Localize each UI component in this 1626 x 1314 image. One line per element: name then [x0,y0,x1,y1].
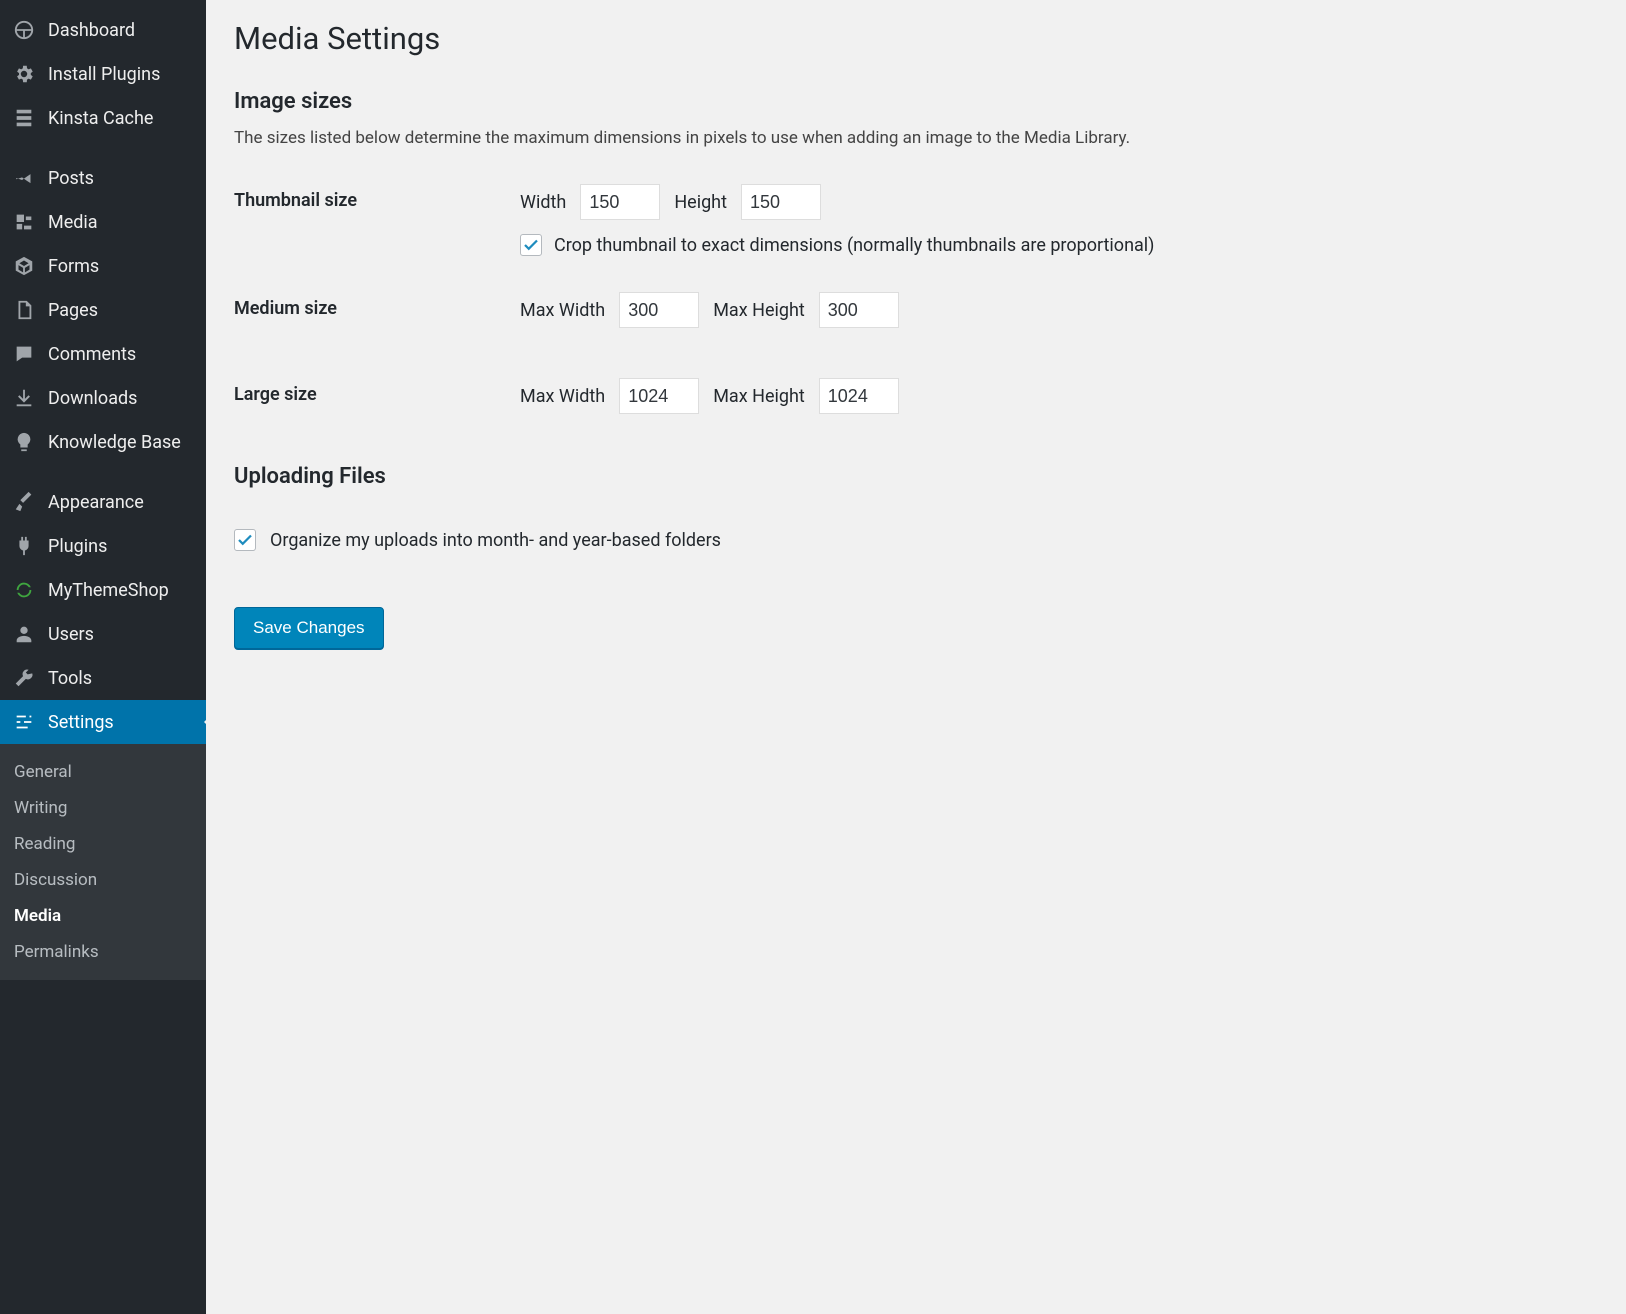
main-content: Media Settings Image sizes The sizes lis… [206,0,1626,1314]
sidebar-group-content: Posts Media Forms Pages Comments Downloa… [0,148,206,472]
sidebar-item-appearance[interactable]: Appearance [0,480,206,524]
section-heading-image-sizes: Image sizes [234,89,1598,114]
sidebar-item-label: Kinsta Cache [48,108,153,129]
large-row: Large size Max Width Max Height [234,378,1598,428]
sidebar-item-comments[interactable]: Comments [0,332,206,376]
user-icon [12,622,36,646]
organize-label: Organize my uploads into month- and year… [270,530,721,551]
dashboard-icon [12,18,36,42]
medium-height-input[interactable] [819,292,899,328]
sidebar-item-label: Tools [48,668,92,689]
sidebar-group-top: Dashboard Install Plugins Kinsta Cache [0,0,206,148]
admin-sidebar: Dashboard Install Plugins Kinsta Cache P… [0,0,206,1314]
refresh-icon [12,578,36,602]
medium-width-input[interactable] [619,292,699,328]
lightbulb-icon [12,430,36,454]
sidebar-item-plugins[interactable]: Plugins [0,524,206,568]
large-label: Large size [234,378,520,405]
sidebar-item-label: Plugins [48,536,107,557]
crop-checkbox[interactable] [520,234,542,256]
download-icon [12,386,36,410]
max-width-label: Max Width [520,300,605,321]
sidebar-item-settings[interactable]: Settings [0,700,206,744]
sidebar-item-label: MyThemeShop [48,580,169,601]
save-button[interactable]: Save Changes [234,607,384,649]
large-height-input[interactable] [819,378,899,414]
medium-label: Medium size [234,292,520,319]
submenu-item-reading[interactable]: Reading [0,826,206,862]
server-icon [12,106,36,130]
sidebar-item-forms[interactable]: Forms [0,244,206,288]
gear-icon [12,62,36,86]
large-width-input[interactable] [619,378,699,414]
forms-icon [12,254,36,278]
thumbnail-width-input[interactable] [580,184,660,220]
sidebar-item-knowledge-base[interactable]: Knowledge Base [0,420,206,464]
sidebar-item-dashboard[interactable]: Dashboard [0,8,206,52]
settings-submenu: General Writing Reading Discussion Media… [0,744,206,980]
sidebar-item-tools[interactable]: Tools [0,656,206,700]
crop-label: Crop thumbnail to exact dimensions (norm… [554,235,1154,256]
sidebar-item-media[interactable]: Media [0,200,206,244]
sidebar-item-label: Users [48,624,94,645]
sidebar-item-label: Knowledge Base [48,432,181,453]
height-label: Height [674,192,727,213]
sidebar-item-label: Dashboard [48,20,135,41]
sidebar-item-pages[interactable]: Pages [0,288,206,332]
sidebar-item-mythemeshop[interactable]: MyThemeShop [0,568,206,612]
sidebar-item-label: Comments [48,344,136,365]
sidebar-item-install-plugins[interactable]: Install Plugins [0,52,206,96]
sidebar-item-label: Install Plugins [48,64,160,85]
comments-icon [12,342,36,366]
page-title: Media Settings [234,20,1598,57]
sliders-icon [12,710,36,734]
wrench-icon [12,666,36,690]
submenu-item-general[interactable]: General [0,754,206,790]
thumbnail-label: Thumbnail size [234,184,520,211]
sidebar-item-downloads[interactable]: Downloads [0,376,206,420]
organize-checkbox[interactable] [234,529,256,551]
section-description: The sizes listed below determine the max… [234,128,1598,148]
max-width-label: Max Width [520,386,605,407]
sidebar-item-label: Settings [48,712,114,733]
sidebar-item-label: Forms [48,256,99,277]
submenu-item-discussion[interactable]: Discussion [0,862,206,898]
brush-icon [12,490,36,514]
sidebar-item-label: Media [48,212,98,233]
sidebar-item-posts[interactable]: Posts [0,156,206,200]
max-height-label: Max Height [713,300,805,321]
pin-icon [12,166,36,190]
submenu-item-writing[interactable]: Writing [0,790,206,826]
sidebar-item-label: Pages [48,300,98,321]
submenu-item-media[interactable]: Media [0,898,206,934]
pages-icon [12,298,36,322]
plug-icon [12,534,36,558]
sidebar-item-users[interactable]: Users [0,612,206,656]
width-label: Width [520,192,566,213]
medium-row: Medium size Max Width Max Height [234,292,1598,342]
thumbnail-row: Thumbnail size Width Height Crop thumbna… [234,184,1598,256]
sidebar-group-admin: Appearance Plugins MyThemeShop Users Too… [0,472,206,988]
sidebar-item-label: Appearance [48,492,144,513]
media-icon [12,210,36,234]
sidebar-item-label: Downloads [48,388,137,409]
sidebar-item-kinsta-cache[interactable]: Kinsta Cache [0,96,206,140]
max-height-label: Max Height [713,386,805,407]
section-heading-uploading: Uploading Files [234,464,1598,489]
submenu-item-permalinks[interactable]: Permalinks [0,934,206,970]
organize-row: Organize my uploads into month- and year… [234,529,1598,551]
thumbnail-height-input[interactable] [741,184,821,220]
sidebar-item-label: Posts [48,168,94,189]
